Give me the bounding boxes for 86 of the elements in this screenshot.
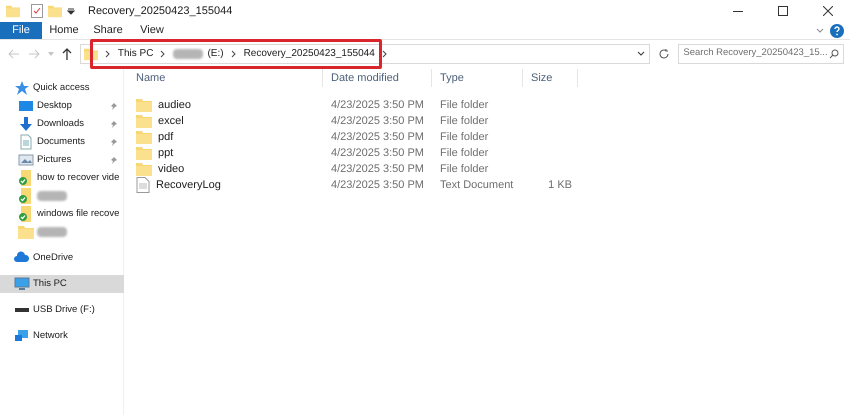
pin-icon[interactable] [110,120,118,128]
desktop-icon [18,98,34,114]
document-icon [136,177,150,193]
sidebar-item[interactable]: Network [0,327,124,345]
sidebar-item[interactable]: Pictures [0,151,124,169]
table-cell: 4/23/2025 3:50 PM [331,162,424,175]
table-cell: 4/23/2025 3:50 PM [331,98,424,111]
sidebar-item[interactable]: windows file recove [0,205,124,223]
computer-icon [14,276,30,292]
table-cell: 4/23/2025 3:50 PM [331,114,424,127]
maximize-icon [778,6,788,16]
file-name[interactable]: video [158,160,184,178]
file-name[interactable]: ppt [158,144,174,162]
column-header[interactable]: Date modified [323,69,432,87]
dropdown-icon[interactable] [67,7,75,15]
table-cell: File folder [440,98,488,111]
minimize-icon [732,10,742,12]
new-folder-icon [48,3,62,19]
search-icon[interactable] [829,48,839,58]
ribbon-tab[interactable]: Home [42,22,86,39]
breadcrumb-item[interactable]: Recovery_20250423_155044 [244,46,375,61]
file-name[interactable]: pdf [158,128,174,146]
table-cell: 1 KB [548,178,572,191]
table-cell: File folder [440,162,488,175]
table-cell: File folder [440,130,488,143]
close-icon [822,6,832,16]
sidebar-item[interactable]: Quick access [0,79,124,97]
down-arrow-icon [18,116,34,132]
synced-folder-icon [18,170,34,186]
sidebar-item[interactable]: Documents [0,133,124,151]
chevron-icon [230,50,237,58]
chevron-icon [104,50,111,58]
up-arrow-icon[interactable] [62,48,72,60]
synced-folder-icon [18,206,34,222]
ribbon-tab[interactable]: Share [86,22,130,39]
file-name[interactable]: audieo [158,96,192,114]
column-header[interactable]: Size [523,69,578,87]
folder-icon [136,130,152,144]
pin-icon[interactable] [110,138,118,146]
search-field[interactable]: Search Recovery_20250423_15... [678,44,844,64]
folder-icon [136,98,152,112]
chevron-icon [382,50,388,58]
column-header[interactable]: Name [124,69,323,87]
document-icon [18,134,34,150]
chevron-icon [160,50,166,58]
sidebar-item[interactable]: This PC [0,275,124,293]
refresh-icon[interactable] [658,48,670,60]
breadcrumb-item[interactable]: (E:) [207,46,224,61]
pin-icon[interactable] [110,102,118,110]
picture-icon [18,152,34,168]
table-cell: Text Document [440,178,514,191]
properties-icon[interactable] [31,4,43,18]
table-cell: File folder [440,114,488,127]
file-name[interactable]: excel [158,112,184,130]
file-name[interactable]: RecoveryLog [156,176,221,194]
table-cell: 4/23/2025 3:50 PM [331,130,424,143]
window-title: Recovery_20250423_155044 [88,4,232,19]
expand-ribbon-icon[interactable] [816,28,824,34]
help-icon[interactable] [830,24,844,38]
breadcrumb-item[interactable]: This PC [118,46,154,61]
network-icon [14,328,30,344]
folder-icon [6,3,20,19]
sidebar-item[interactable]: USB Drive (F:) [0,301,124,319]
table-cell: 4/23/2025 3:50 PM [331,146,424,159]
sidebar-item[interactable]: Downloads [0,115,124,133]
synced-folder-icon [18,188,34,204]
sidebar-item[interactable]: Desktop [0,97,124,115]
sidebar-item[interactable]: how to recover vide [0,169,124,187]
blurred-text [37,227,67,237]
column-header[interactable]: Type [432,69,523,87]
sidebar-item[interactable]: OneDrive [0,249,124,267]
ribbon-tab[interactable]: View [130,22,174,39]
folder-icon [18,224,34,240]
dropdown-caret-icon[interactable] [637,50,646,56]
star-icon [14,80,30,96]
blurred-text [37,191,67,201]
folder-icon [136,114,152,128]
blurred-text [173,48,204,58]
ribbon-tab[interactable]: File [0,22,42,39]
table-cell: 4/23/2025 3:50 PM [331,178,424,191]
drive-icon [15,308,29,312]
pin-icon[interactable] [110,156,118,164]
folder-icon [136,162,152,176]
table-cell: File folder [440,146,488,159]
address-bar[interactable]: This PC (E:) Recovery_20250423_155044 [80,44,650,64]
folder-icon [136,146,152,160]
